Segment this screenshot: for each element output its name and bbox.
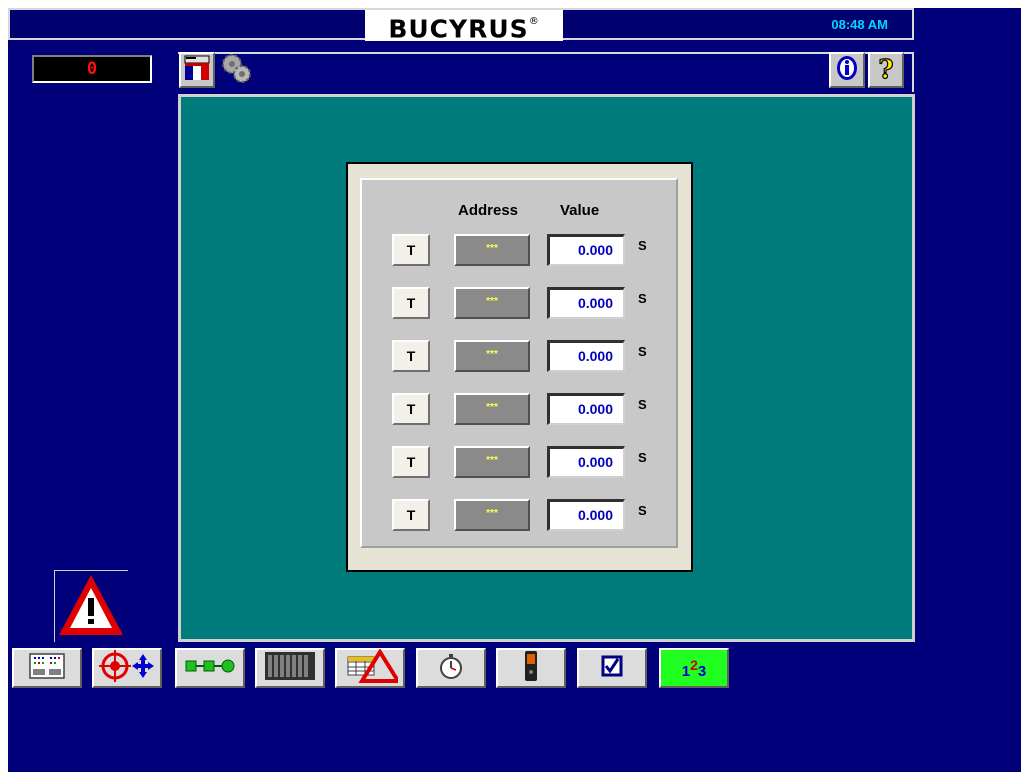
gears-icon xyxy=(219,51,253,90)
address-field[interactable]: *** xyxy=(454,446,530,478)
value-field[interactable]: 0.000 xyxy=(547,393,625,425)
address-field[interactable]: *** xyxy=(454,287,530,319)
address-field[interactable]: *** xyxy=(454,340,530,372)
alarm-warning-button[interactable] xyxy=(54,570,128,642)
info-button[interactable] xyxy=(829,52,865,88)
unit-label: S xyxy=(638,503,647,518)
help-icon: ? xyxy=(873,54,899,87)
hmi-screen: BUCYRUS® 08:48 AM 0 ? Address Value T **… xyxy=(8,8,1021,772)
value-field[interactable]: 0.000 xyxy=(547,234,625,266)
timer-select-button[interactable]: T xyxy=(392,446,430,478)
timer-select-button[interactable]: T xyxy=(392,340,430,372)
flow-diagram-button[interactable] xyxy=(175,648,245,688)
unit-label: S xyxy=(638,450,647,465)
timer-select-button[interactable]: T xyxy=(392,234,430,266)
flow-diagram-icon xyxy=(184,658,236,679)
help-button[interactable]: ? xyxy=(868,52,904,88)
address-field[interactable]: *** xyxy=(454,499,530,531)
unit-label: S xyxy=(638,291,647,306)
stopwatch-icon xyxy=(438,652,464,685)
rack-button[interactable] xyxy=(255,648,325,688)
timer-row: T *** 0.000 S xyxy=(362,340,676,376)
screen-select-button[interactable] xyxy=(179,52,215,88)
panel-layout-button[interactable] xyxy=(12,648,82,688)
unit-label: S xyxy=(638,238,647,253)
alarm-table-button[interactable] xyxy=(335,647,405,688)
timer-select-button[interactable]: T xyxy=(392,287,430,319)
handheld-device-icon xyxy=(523,650,539,687)
value-field[interactable]: 0.000 xyxy=(547,499,625,531)
address-column-header: Address xyxy=(458,202,519,219)
warning-triangle-icon xyxy=(55,575,127,645)
address-field[interactable]: *** xyxy=(454,393,530,425)
checkbox-icon xyxy=(601,655,623,682)
top-toolbar xyxy=(178,52,914,92)
checklist-button[interactable] xyxy=(577,648,647,688)
clock: 08:48 AM xyxy=(831,17,888,32)
value-field[interactable]: 0.000 xyxy=(547,340,625,372)
timer-select-button[interactable]: T xyxy=(392,393,430,425)
unit-label: S xyxy=(638,344,647,359)
rack-icon xyxy=(264,650,316,687)
timer-row: T *** 0.000 S xyxy=(362,234,676,270)
counter-display: 0 xyxy=(32,55,152,83)
brand-logo: BUCYRUS® xyxy=(365,10,563,43)
value-field[interactable]: 0.000 xyxy=(547,287,625,319)
timer-select-button[interactable]: T xyxy=(392,499,430,531)
alarm-table-icon xyxy=(342,647,402,688)
timer-dialog-body: Address Value T *** 0.000 S T *** 0.000 … xyxy=(360,178,678,548)
timer-row: T *** 0.000 S xyxy=(362,499,676,535)
svg-text:?: ? xyxy=(878,55,893,82)
counter-icon: 123 xyxy=(681,656,707,680)
unit-label: S xyxy=(638,397,647,412)
timer-row: T *** 0.000 S xyxy=(362,287,676,323)
timers-button[interactable] xyxy=(416,648,486,688)
info-icon xyxy=(834,54,860,87)
timer-dialog: Address Value T *** 0.000 S T *** 0.000 … xyxy=(346,162,693,572)
address-field[interactable]: *** xyxy=(454,234,530,266)
handheld-button[interactable] xyxy=(496,648,566,688)
timer-row: T *** 0.000 S xyxy=(362,446,676,482)
counters-button[interactable]: 123 xyxy=(659,648,729,688)
value-field[interactable]: 0.000 xyxy=(547,446,625,478)
position-button[interactable] xyxy=(92,648,162,688)
panel-layout-icon xyxy=(29,652,65,684)
target-move-icon xyxy=(99,649,155,687)
value-column-header: Value xyxy=(560,202,600,219)
title-bar: BUCYRUS® 08:48 AM xyxy=(8,8,914,43)
timer-row: T *** 0.000 S xyxy=(362,393,676,429)
settings-button[interactable] xyxy=(218,52,254,88)
screen-flag-icon xyxy=(183,54,211,87)
